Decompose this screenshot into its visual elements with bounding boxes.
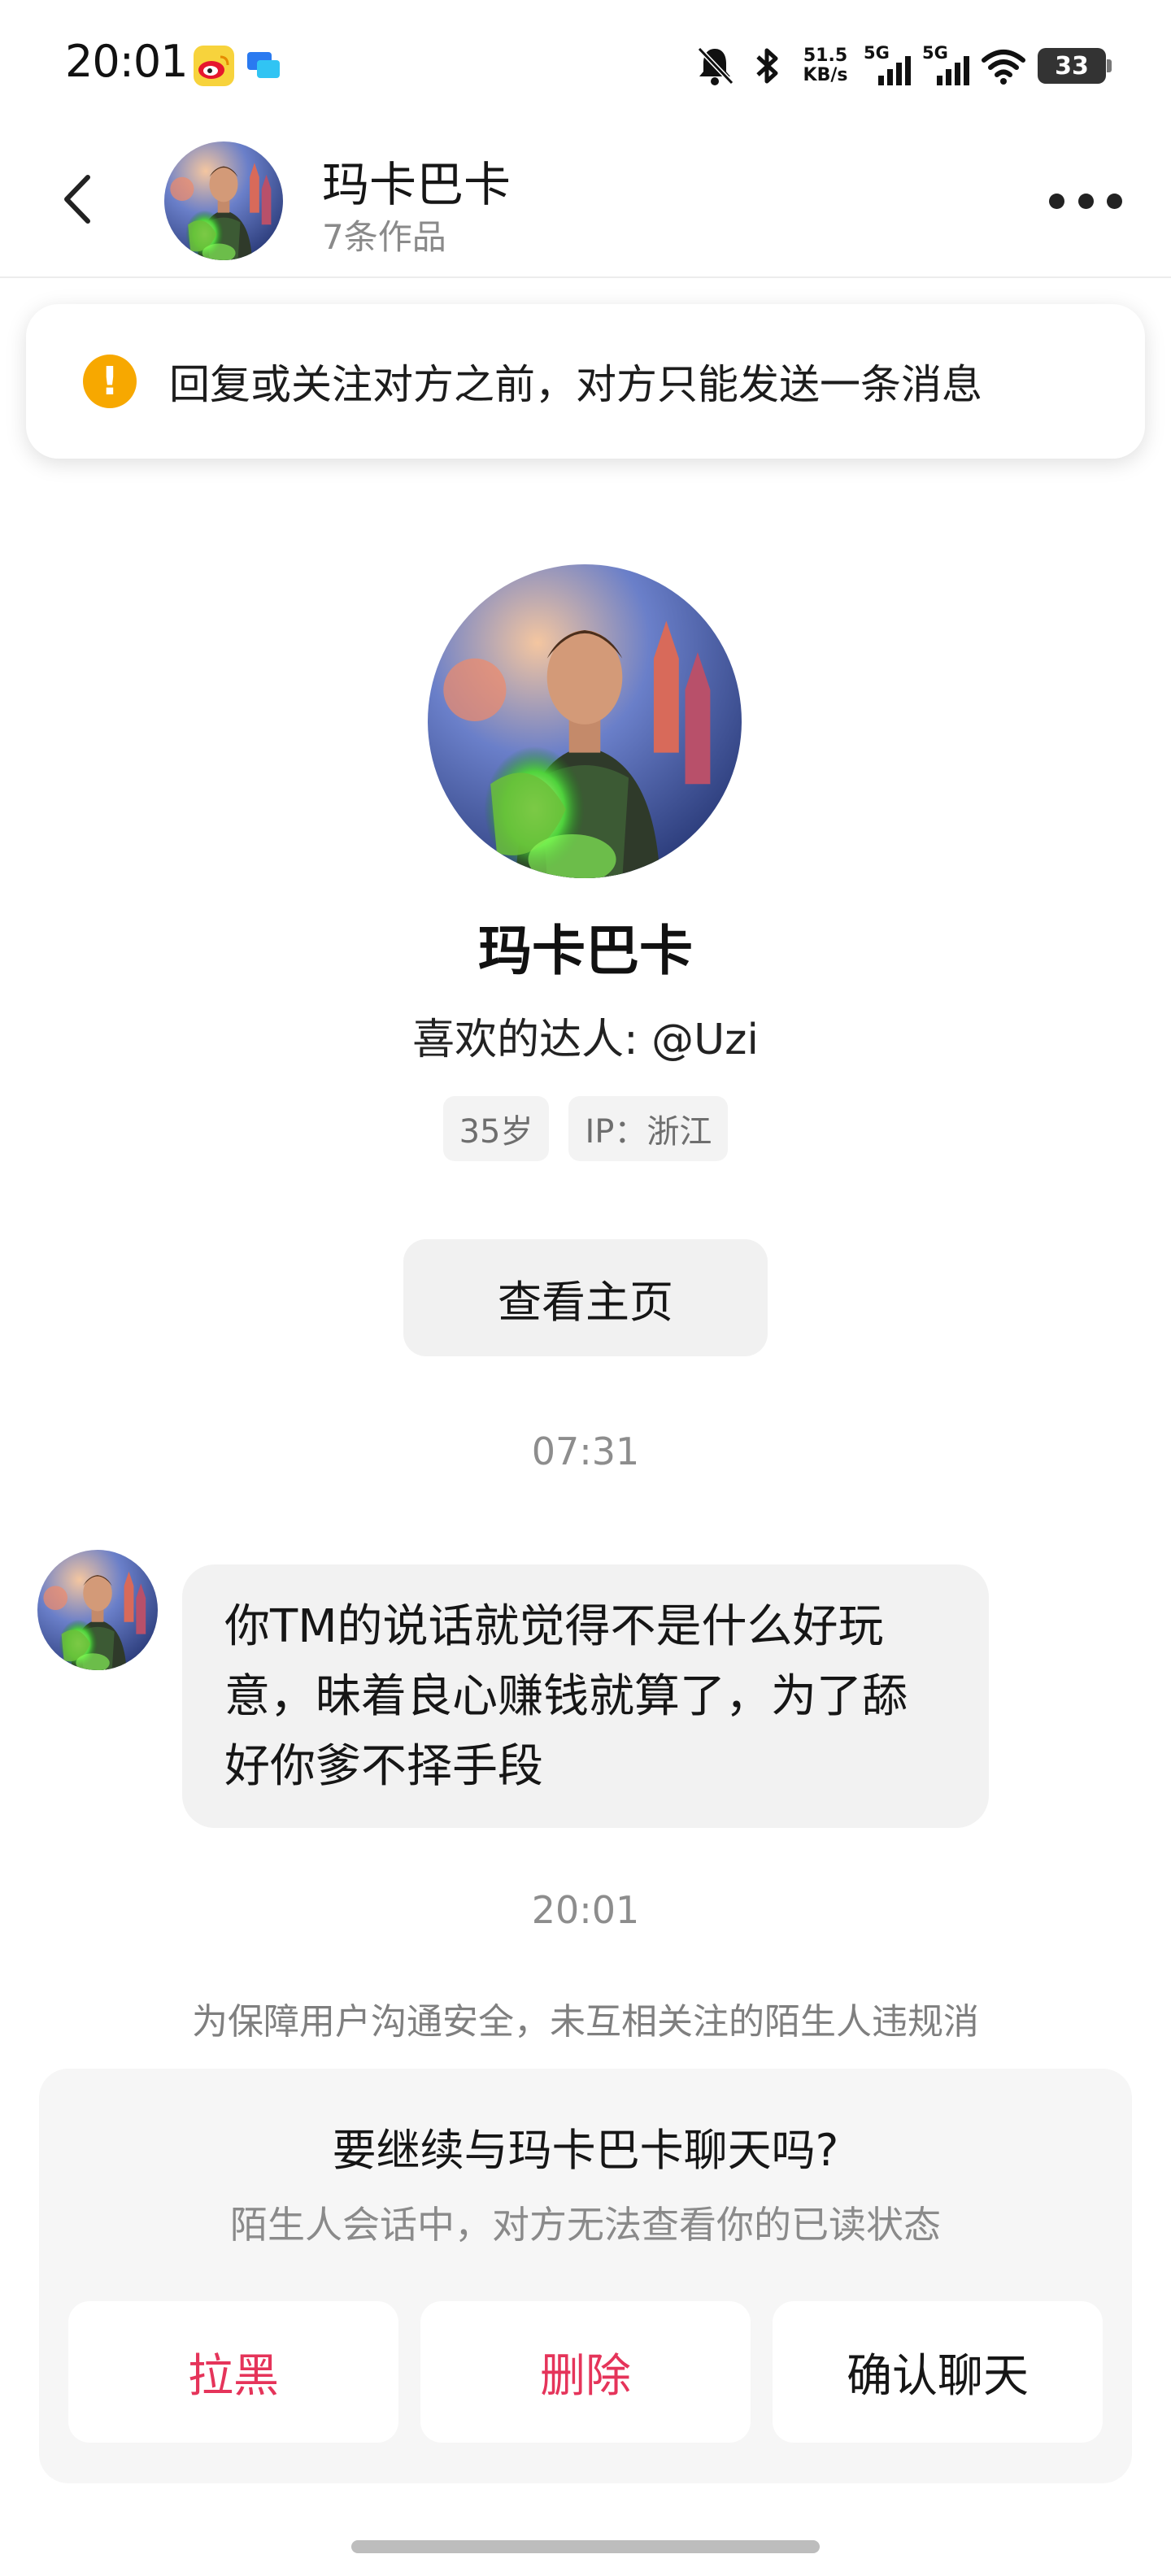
wifi-icon (982, 50, 1025, 85)
continue-chat-panel: 要继续与玛卡巴卡聊天吗? 陌生人会话中，对方无法查看你的已读状态 拉黑 删除 确… (39, 2069, 1132, 2483)
view-homepage-button[interactable]: 查看主页 (403, 1239, 768, 1356)
header-username[interactable]: 玛卡巴卡 (322, 146, 511, 215)
panel-subtitle: 陌生人会话中，对方无法查看你的已读状态 (230, 2203, 941, 2247)
app-notification-icon (247, 52, 280, 78)
warning-icon: ! (83, 355, 137, 408)
signal-icon: 5G (922, 43, 969, 89)
notice-text: 回复或关注对方之前，对方只能发送一条消息 (169, 361, 982, 408)
ip-location-tag: IP：浙江 (568, 1096, 729, 1161)
message-timestamp: 07:31 (531, 1429, 640, 1473)
home-indicator[interactable] (351, 2540, 820, 2553)
block-button[interactable]: 拉黑 (68, 2301, 398, 2443)
profile-favorite-creator: 喜欢的达人: @Uzi (412, 1016, 759, 1064)
sender-avatar[interactable] (37, 1550, 158, 1670)
message-bubble[interactable]: 你TM的说话就觉得不是什么好玩意，昧着良心赚钱就算了，为了舔好你爹不择手段 (182, 1564, 989, 1828)
safety-notice: 为保障用户沟通安全，未互相关注的陌生人违规消 (192, 2001, 979, 2043)
weibo-icon (194, 46, 234, 86)
profile-tags: 35岁 IP：浙江 (0, 1096, 1171, 1161)
profile-name: 玛卡巴卡 (478, 920, 693, 982)
confirm-chat-button[interactable]: 确认聊天 (773, 2301, 1103, 2443)
more-options-icon[interactable] (1049, 181, 1122, 221)
profile-avatar[interactable] (428, 564, 742, 878)
network-speed: 51.5 KB/s (803, 46, 848, 85)
stranger-notice-banner: ! 回复或关注对方之前，对方只能发送一条消息 (26, 304, 1145, 459)
delete-button[interactable]: 删除 (420, 2301, 751, 2443)
status-time: 20:01 (65, 36, 189, 87)
mute-bell-icon (697, 46, 734, 85)
status-bar: 20:01 51.5 KB/s 5G 5G 33 (0, 0, 1171, 130)
age-tag: 35岁 (442, 1096, 550, 1161)
message-timestamp: 20:01 (531, 1888, 640, 1932)
chat-header: 玛卡巴卡 7条作品 (0, 130, 1171, 278)
panel-title: 要继续与玛卡巴卡聊天吗? (332, 2125, 839, 2176)
signal-icon: 5G (864, 43, 911, 89)
battery-indicator: 33 (1038, 48, 1112, 84)
message-text: 你TM的说话就觉得不是什么好玩意，昧着良心赚钱就算了，为了舔好你爹不择手段 (224, 1600, 908, 1793)
bluetooth-icon (756, 48, 778, 84)
back-arrow-icon[interactable] (50, 171, 107, 228)
header-works-count: 7条作品 (322, 217, 446, 257)
header-avatar[interactable] (164, 141, 283, 260)
